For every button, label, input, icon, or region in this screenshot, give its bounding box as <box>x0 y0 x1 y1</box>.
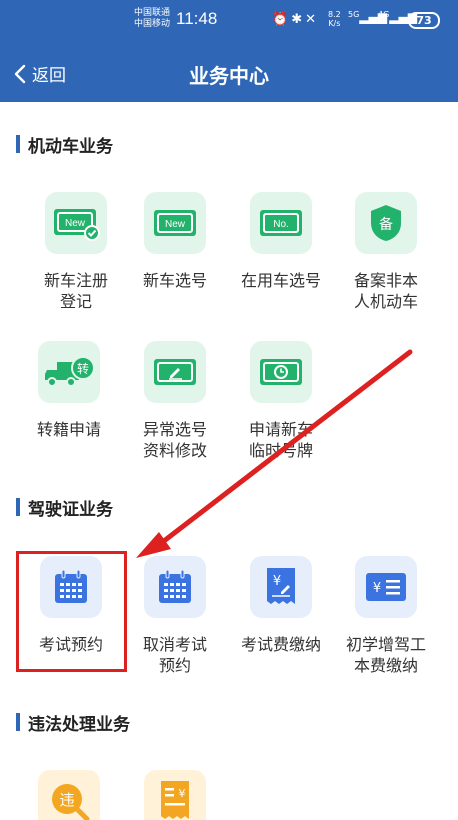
annotation-arrow <box>136 349 413 558</box>
